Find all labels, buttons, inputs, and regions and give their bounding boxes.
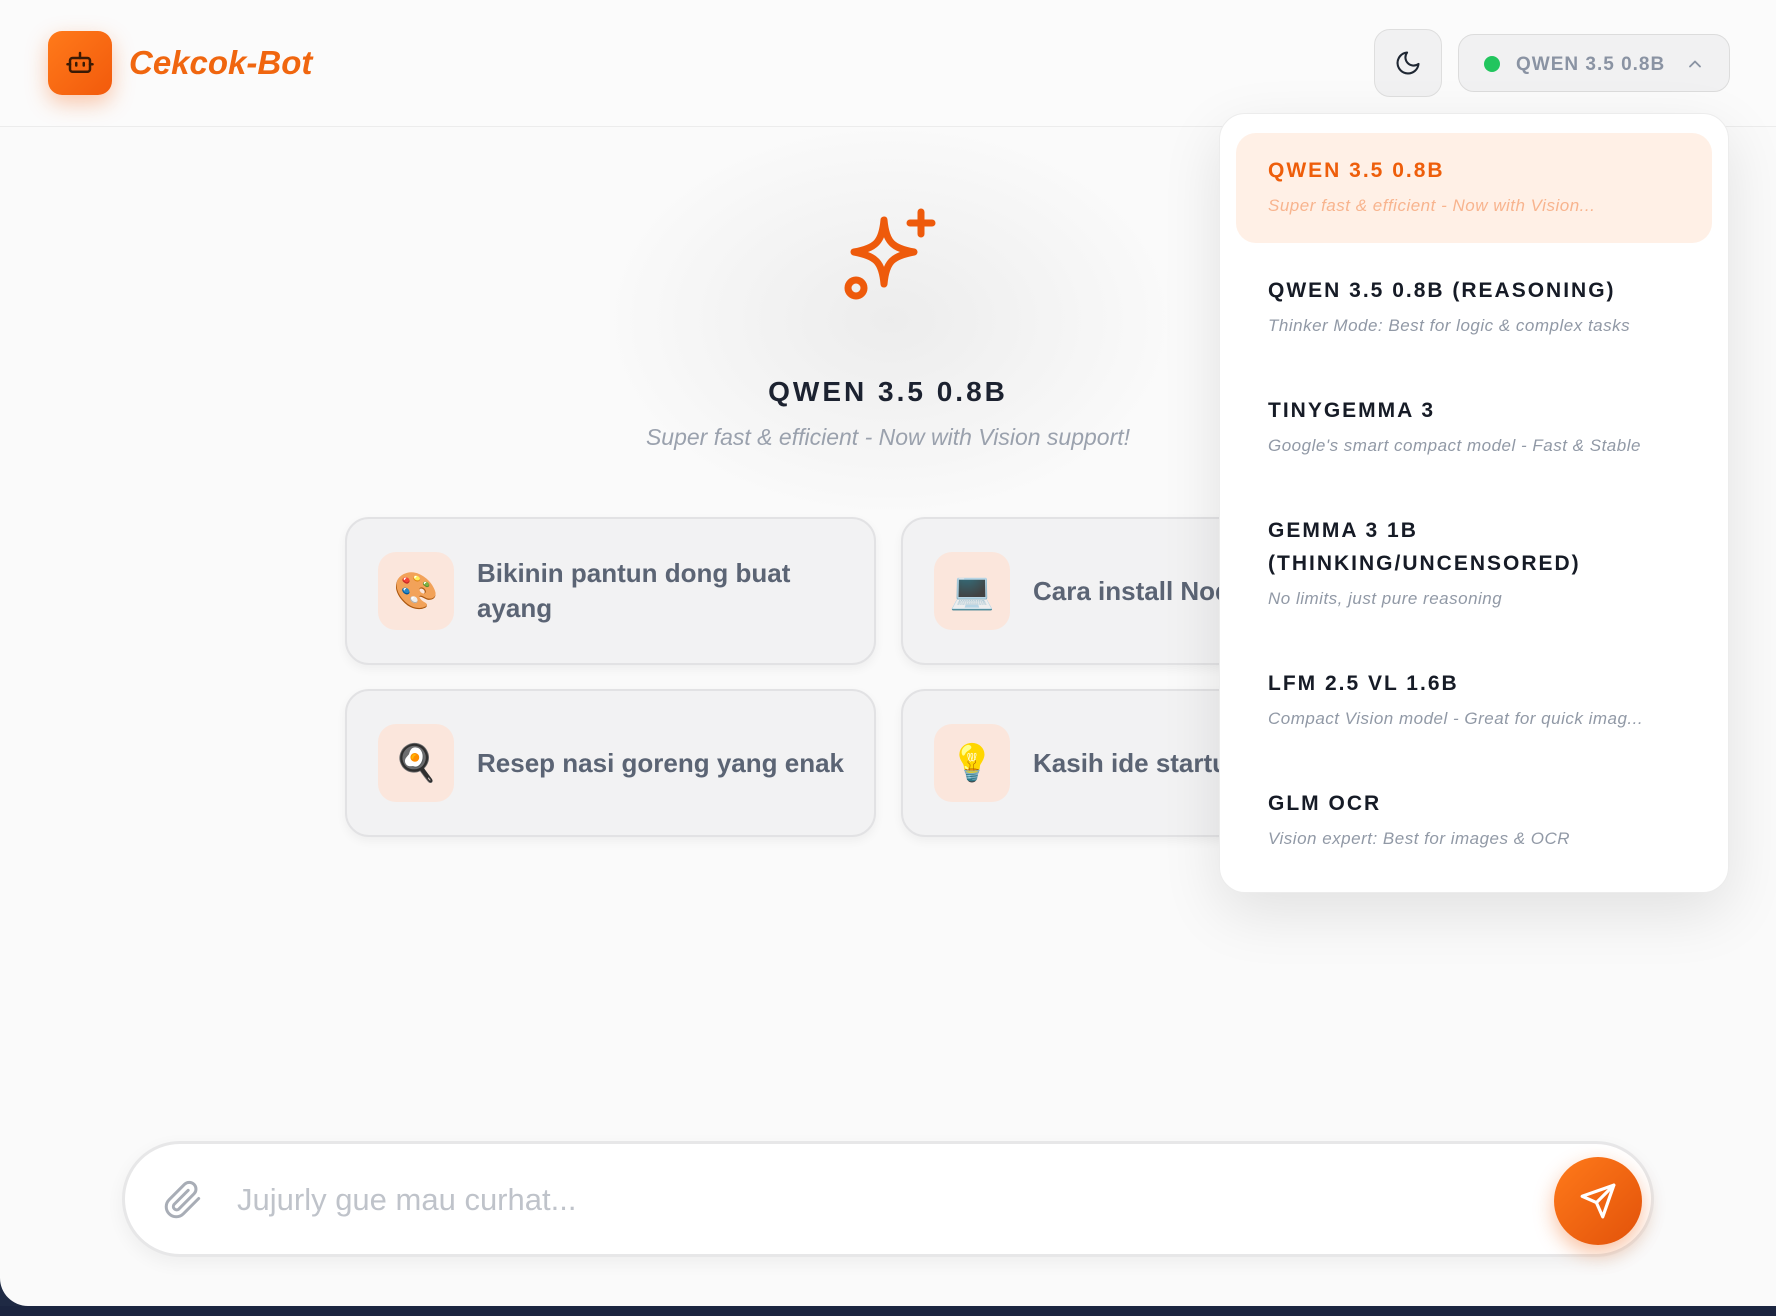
theme-toggle-button[interactable] [1374,29,1442,97]
frying-pan-icon: 🍳 [378,724,454,802]
paperclip-icon[interactable] [163,1180,203,1220]
model-option-gemma-1b[interactable]: GEMMA 3 1B (THINKING/UNCENSORED) No limi… [1236,493,1712,635]
suggestion-card[interactable]: 🍳 Resep nasi goreng yang enak [345,689,876,837]
model-option-desc: Vision expert: Best for images & OCR [1268,829,1571,848]
chat-input-bar [122,1141,1654,1257]
chevron-up-icon [1689,60,1701,68]
sparkles-icon [844,208,936,300]
app-window: Cekcok-Bot QWEN 3.5 0.8B QWEN 3.5 0.8B S… [0,0,1776,1306]
model-option-desc: No limits, just pure reasoning [1268,589,1503,608]
model-option-name: QWEN 3.5 0.8B (REASONING) [1268,279,1616,302]
model-selector-label: QWEN 3.5 0.8B [1516,54,1666,75]
brand-title: Cekcok-Bot [129,44,313,81]
model-selector-button[interactable]: QWEN 3.5 0.8B [1458,34,1730,92]
model-option-name: GLM OCR [1268,792,1382,815]
model-option-name: QWEN 3.5 0.8B [1268,159,1445,182]
model-option-tinygemma[interactable]: TINYGEMMA 3 Google's smart compact model… [1236,373,1712,483]
model-option-desc: Super fast & efficient - Now with Vision… [1268,196,1596,215]
send-button[interactable] [1554,1157,1642,1245]
model-option-qwen-0-8b[interactable]: QWEN 3.5 0.8B Super fast & efficient - N… [1236,133,1712,243]
robot-icon [48,31,112,95]
status-dot [1484,56,1500,72]
model-option-lfm[interactable]: LFM 2.5 VL 1.6B Compact Vision model - G… [1236,646,1712,756]
model-option-desc: Compact Vision model - Great for quick i… [1268,709,1644,728]
hero-title: QWEN 3.5 0.8B [768,376,1008,407]
header: Cekcok-Bot QWEN 3.5 0.8B [0,0,1776,127]
moon-icon [1396,51,1420,75]
lightbulb-icon: 💡 [934,724,1010,802]
model-option-name: TINYGEMMA 3 [1268,399,1436,422]
suggestion-card[interactable]: 🎨 Bikinin pantun dong buat ayang [345,517,876,665]
chat-input[interactable] [237,1172,1497,1228]
suggestion-text: Resep nasi goreng yang enak [477,747,845,778]
taskbar-edge [0,1306,1776,1316]
laptop-icon: 💻 [934,552,1010,630]
model-option-name: GEMMA 3 1B (THINKING/UNCENSORED) [1268,519,1581,575]
suggestion-text: Bikinin pantun dong buat ayang [477,558,791,623]
hero-subtitle: Super fast & efficient - Now with Vision… [645,424,1131,450]
hero-glow [600,120,1180,520]
palette-icon: 🎨 [378,552,454,630]
model-option-name: LFM 2.5 VL 1.6B [1268,672,1459,695]
send-icon [1580,1183,1616,1219]
model-option-desc: Thinker Mode: Best for logic & complex t… [1268,316,1631,335]
model-option-glm-ocr[interactable]: GLM OCR Vision expert: Best for images &… [1236,766,1712,876]
model-option-desc: Google's smart compact model - Fast & St… [1268,436,1641,455]
model-option-qwen-reasoning[interactable]: QWEN 3.5 0.8B (REASONING) Thinker Mode: … [1236,253,1712,363]
model-dropdown: QWEN 3.5 0.8B Super fast & efficient - N… [1219,113,1729,893]
